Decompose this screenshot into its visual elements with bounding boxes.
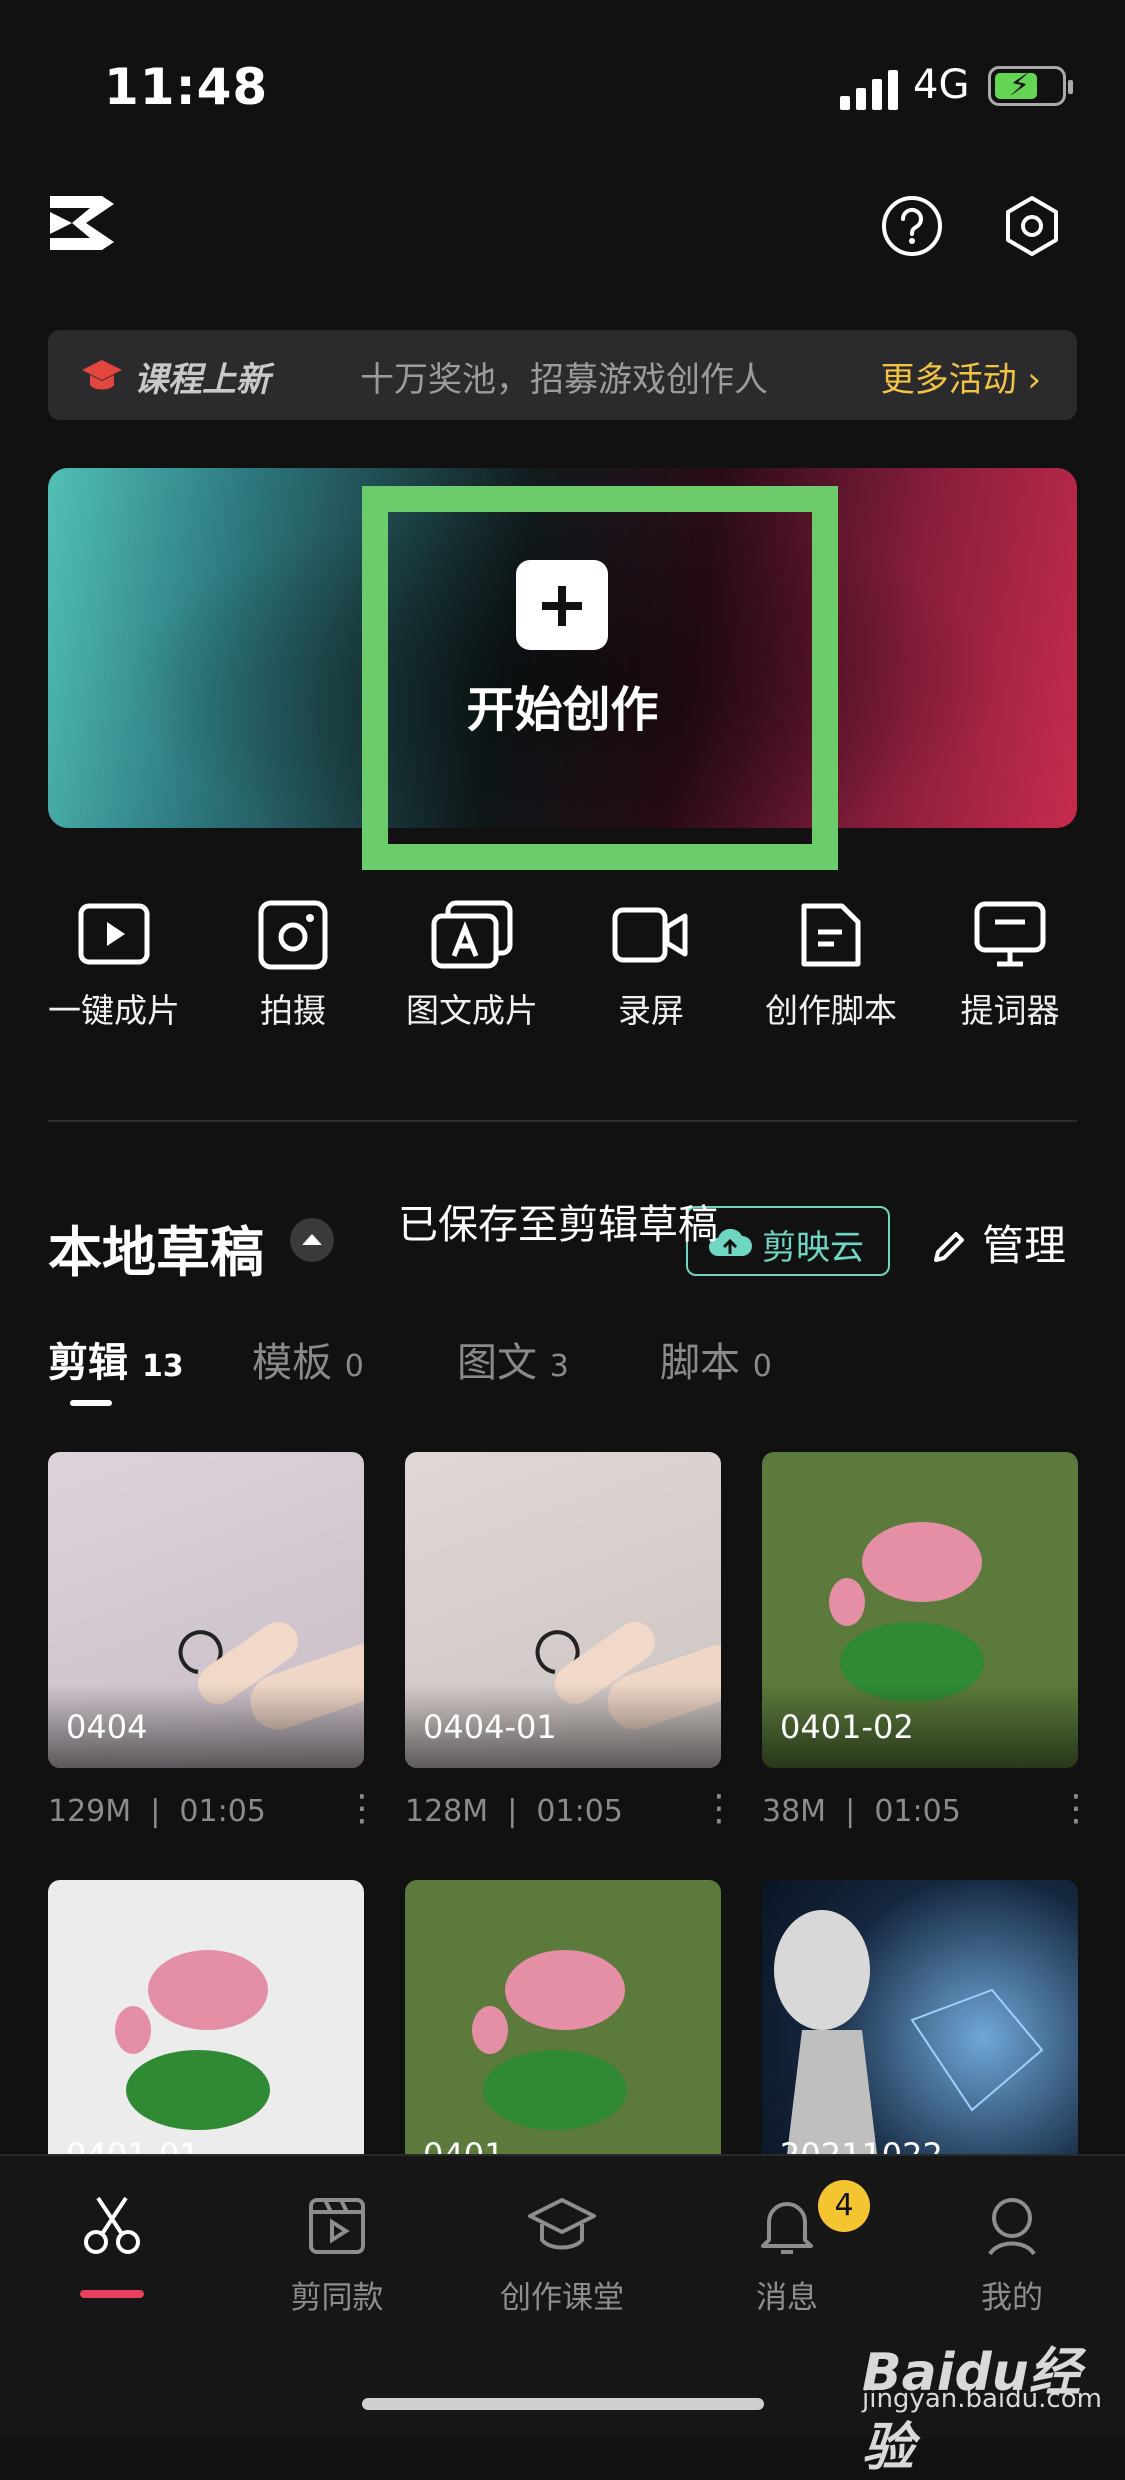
script-doc-icon xyxy=(801,903,861,967)
pencil-icon xyxy=(934,1232,964,1262)
draft-card[interactable]: 0404-01 xyxy=(405,1452,721,1768)
play-square-icon xyxy=(78,903,150,965)
help-icon[interactable] xyxy=(880,194,944,258)
cloud-label: 剪映云 xyxy=(762,1228,864,1268)
divider xyxy=(48,1120,1077,1122)
nav-templates[interactable]: 剪同款 xyxy=(247,2194,427,2317)
battery-icon: ⚡ xyxy=(988,66,1073,106)
graduation-cap-icon xyxy=(528,2198,596,2250)
nav-creator-class[interactable]: 创作课堂 xyxy=(472,2194,652,2317)
tool-creation-script[interactable]: 创作脚本 xyxy=(751,900,911,1032)
start-creation-label: 开始创作 xyxy=(466,682,659,738)
tab-edit[interactable]: 剪辑 13 xyxy=(48,1330,184,1388)
profile-icon xyxy=(988,2198,1036,2256)
new-project-button[interactable] xyxy=(516,560,608,650)
draft-card[interactable]: 0401-01 xyxy=(48,1880,364,2196)
saved-toast: 已保存至剪辑草稿 xyxy=(398,1202,718,1248)
watermark-url: jingyan.baidu.com xyxy=(862,2384,1102,2414)
tab-template[interactable]: 模板 0 xyxy=(252,1330,364,1388)
home-indicator[interactable] xyxy=(362,2398,764,2410)
tool-one-click-video[interactable]: 一键成片 xyxy=(34,900,194,1032)
camera-icon xyxy=(258,900,328,970)
local-drafts-title: 本地草稿 xyxy=(48,1221,264,1284)
settings-icon[interactable] xyxy=(1000,194,1064,258)
promo-text: 十万奖池，招募游戏创作人 xyxy=(360,360,768,400)
draft-card[interactable]: 0404 xyxy=(48,1452,364,1768)
active-tab-indicator xyxy=(70,1400,112,1406)
plus-icon xyxy=(542,586,582,626)
caret-up-icon xyxy=(302,1234,322,1245)
template-icon xyxy=(309,2198,365,2254)
tab-image-text[interactable]: 图文 3 xyxy=(457,1330,569,1388)
tab-script[interactable]: 脚本 0 xyxy=(660,1330,772,1388)
message-badge: 4 xyxy=(818,2180,870,2232)
graduation-cap-icon xyxy=(82,360,122,390)
draft-card[interactable]: 20211022 xyxy=(762,1880,1078,2196)
promo-tag: 课程上新 xyxy=(134,360,270,400)
draft-card[interactable]: 0401 xyxy=(405,1880,721,2196)
status-time: 11:48 xyxy=(104,58,269,116)
scissors-icon xyxy=(84,2196,140,2254)
promo-banner[interactable]: 课程上新 十万奖池，招募游戏创作人 更多活动 › xyxy=(48,330,1077,420)
more-activities-link[interactable]: 更多活动 › xyxy=(881,352,1041,401)
teleprompter-icon xyxy=(974,901,1046,967)
text-to-video-icon xyxy=(431,900,513,969)
nav-active-indicator xyxy=(80,2290,144,2298)
cellular-signal-icon xyxy=(840,70,898,110)
tool-teleprompter[interactable]: 提词器 xyxy=(930,900,1090,1032)
screen-record-icon xyxy=(612,907,688,963)
manage-button[interactable]: 管理 xyxy=(930,1212,1066,1273)
capcut-logo-icon xyxy=(50,196,114,250)
collapse-toggle[interactable] xyxy=(290,1218,334,1262)
more-options-icon[interactable]: ⋮ xyxy=(344,1788,380,1829)
bell-icon xyxy=(761,2202,813,2254)
nav-profile[interactable]: 我的 xyxy=(922,2194,1102,2317)
network-type: 4G xyxy=(913,62,970,108)
more-options-icon[interactable]: ⋮ xyxy=(1058,1788,1094,1829)
tool-text-to-video[interactable]: 图文成片 xyxy=(392,900,552,1032)
more-options-icon[interactable]: ⋮ xyxy=(701,1788,737,1829)
nav-edit[interactable] xyxy=(22,2194,202,2262)
tool-screen-record[interactable]: 录屏 xyxy=(571,900,731,1032)
draft-card[interactable]: 0401-02 xyxy=(762,1452,1078,1768)
tool-shoot[interactable]: 拍摄 xyxy=(213,900,373,1032)
